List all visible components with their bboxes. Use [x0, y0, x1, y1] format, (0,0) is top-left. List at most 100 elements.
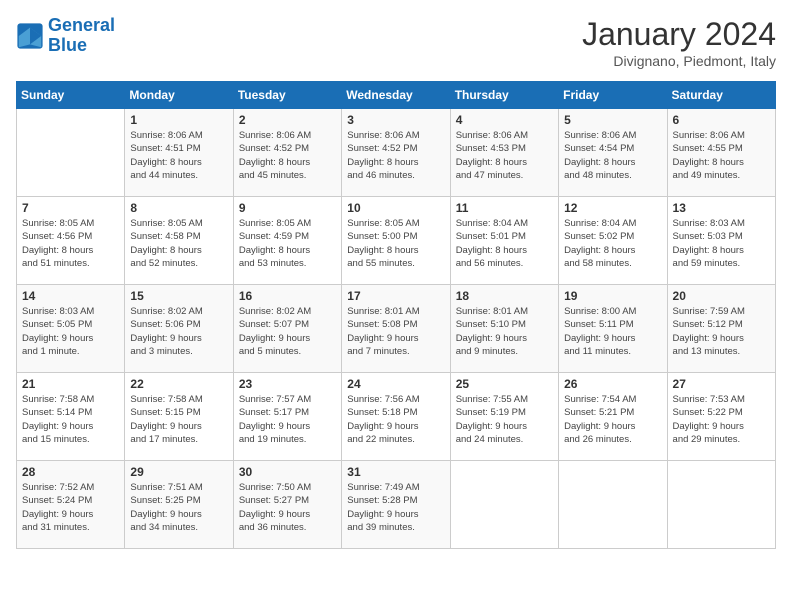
weekday-header: Friday	[559, 82, 667, 109]
day-info: Sunrise: 8:04 AMSunset: 5:02 PMDaylight:…	[564, 217, 661, 270]
day-info: Sunrise: 8:06 AMSunset: 4:52 PMDaylight:…	[347, 129, 444, 182]
logo-general: General	[48, 15, 115, 35]
day-number: 21	[22, 377, 119, 391]
calendar-cell: 31 Sunrise: 7:49 AMSunset: 5:28 PMDayligh…	[342, 461, 450, 549]
calendar-cell: 19Sunrise: 8:00 AMSunset: 5:11 PMDayligh…	[559, 285, 667, 373]
day-info: Sunrise: 8:05 AMSunset: 4:58 PMDaylight:…	[130, 217, 227, 270]
day-number: 20	[673, 289, 770, 303]
day-number: 1	[130, 113, 227, 127]
weekday-header: Saturday	[667, 82, 775, 109]
day-number: 13	[673, 201, 770, 215]
day-number: 30	[239, 465, 336, 479]
day-number: 9	[239, 201, 336, 215]
day-info: Sunrise: 8:06 AMSunset: 4:55 PMDaylight:…	[673, 129, 770, 182]
day-info: Sunrise: 7:50 AMSunset: 5:27 PMDaylight:…	[239, 481, 336, 534]
day-info: Sunrise: 8:06 AMSunset: 4:53 PMDaylight:…	[456, 129, 553, 182]
day-info: Sunrise: 8:03 AMSunset: 5:03 PMDaylight:…	[673, 217, 770, 270]
day-number: 5	[564, 113, 661, 127]
day-number: 6	[673, 113, 770, 127]
logo-blue: Blue	[48, 35, 87, 55]
day-number: 14	[22, 289, 119, 303]
day-info: Sunrise: 8:02 AMSunset: 5:07 PMDaylight:…	[239, 305, 336, 358]
day-info: Sunrise: 8:05 AMSunset: 4:56 PMDaylight:…	[22, 217, 119, 270]
weekday-header: Tuesday	[233, 82, 341, 109]
day-number: 28	[22, 465, 119, 479]
calendar-week-row: 1Sunrise: 8:06 AMSunset: 4:51 PMDaylight…	[17, 109, 776, 197]
calendar-cell: 23Sunrise: 7:57 AMSunset: 5:17 PMDayligh…	[233, 373, 341, 461]
weekday-header-row: SundayMondayTuesdayWednesdayThursdayFrid…	[17, 82, 776, 109]
day-info: Sunrise: 8:01 AMSunset: 5:10 PMDaylight:…	[456, 305, 553, 358]
month-title: January 2024	[582, 16, 776, 53]
day-info: Sunrise: 8:06 AMSunset: 4:52 PMDaylight:…	[239, 129, 336, 182]
day-number: 11	[456, 201, 553, 215]
day-number: 8	[130, 201, 227, 215]
day-number: 25	[456, 377, 553, 391]
title-block: January 2024 Divignano, Piedmont, Italy	[582, 16, 776, 69]
day-info: Sunrise: 7:58 AMSunset: 5:14 PMDaylight:…	[22, 393, 119, 446]
calendar-week-row: 21 Sunrise: 7:58 AMSunset: 5:14 PMDayligh…	[17, 373, 776, 461]
day-info: Sunrise: 8:05 AMSunset: 4:59 PMDaylight:…	[239, 217, 336, 270]
day-info: Sunrise: 7:53 AMSunset: 5:22 PMDaylight:…	[673, 393, 770, 446]
calendar-week-row: 28Sunrise: 7:52 AMSunset: 5:24 PMDayligh…	[17, 461, 776, 549]
calendar-cell: 5 Sunrise: 8:06 AMSunset: 4:54 PMDaylight…	[559, 109, 667, 197]
calendar-cell: 30 Sunrise: 7:50 AMSunset: 5:27 PMDayligh…	[233, 461, 341, 549]
calendar-cell	[17, 109, 125, 197]
calendar-cell: 15 Sunrise: 8:02 AMSunset: 5:06 PMDayligh…	[125, 285, 233, 373]
weekday-header: Thursday	[450, 82, 558, 109]
day-info: Sunrise: 7:55 AMSunset: 5:19 PMDaylight:…	[456, 393, 553, 446]
calendar-cell: 4 Sunrise: 8:06 AMSunset: 4:53 PMDaylight…	[450, 109, 558, 197]
calendar-cell: 8 Sunrise: 8:05 AMSunset: 4:58 PMDaylight…	[125, 197, 233, 285]
weekday-header: Wednesday	[342, 82, 450, 109]
day-number: 29	[130, 465, 227, 479]
calendar-cell: 26 Sunrise: 7:54 AMSunset: 5:21 PMDayligh…	[559, 373, 667, 461]
day-info: Sunrise: 7:51 AMSunset: 5:25 PMDaylight:…	[130, 481, 227, 534]
day-number: 24	[347, 377, 444, 391]
day-info: Sunrise: 7:59 AMSunset: 5:12 PMDaylight:…	[673, 305, 770, 358]
calendar-cell: 1Sunrise: 8:06 AMSunset: 4:51 PMDaylight…	[125, 109, 233, 197]
day-info: Sunrise: 8:03 AMSunset: 5:05 PMDaylight:…	[22, 305, 119, 358]
day-number: 18	[456, 289, 553, 303]
weekday-header: Sunday	[17, 82, 125, 109]
day-number: 4	[456, 113, 553, 127]
calendar-cell	[450, 461, 558, 549]
day-number: 22	[130, 377, 227, 391]
calendar-cell	[559, 461, 667, 549]
calendar-cell: 9 Sunrise: 8:05 AMSunset: 4:59 PMDaylight…	[233, 197, 341, 285]
calendar-cell: 14 Sunrise: 8:03 AMSunset: 5:05 PMDayligh…	[17, 285, 125, 373]
day-number: 26	[564, 377, 661, 391]
day-number: 16	[239, 289, 336, 303]
calendar-cell: 12Sunrise: 8:04 AMSunset: 5:02 PMDayligh…	[559, 197, 667, 285]
calendar-cell: 7 Sunrise: 8:05 AMSunset: 4:56 PMDaylight…	[17, 197, 125, 285]
calendar-cell: 24Sunrise: 7:56 AMSunset: 5:18 PMDayligh…	[342, 373, 450, 461]
day-info: Sunrise: 8:00 AMSunset: 5:11 PMDaylight:…	[564, 305, 661, 358]
calendar-table: SundayMondayTuesdayWednesdayThursdayFrid…	[16, 81, 776, 549]
calendar-cell: 27 Sunrise: 7:53 AMSunset: 5:22 PMDayligh…	[667, 373, 775, 461]
calendar-cell: 29 Sunrise: 7:51 AMSunset: 5:25 PMDayligh…	[125, 461, 233, 549]
calendar-week-row: 7 Sunrise: 8:05 AMSunset: 4:56 PMDaylight…	[17, 197, 776, 285]
logo-icon	[16, 22, 44, 50]
calendar-cell	[667, 461, 775, 549]
calendar-cell: 3 Sunrise: 8:06 AMSunset: 4:52 PMDaylight…	[342, 109, 450, 197]
calendar-cell: 28Sunrise: 7:52 AMSunset: 5:24 PMDayligh…	[17, 461, 125, 549]
weekday-header: Monday	[125, 82, 233, 109]
day-number: 17	[347, 289, 444, 303]
page-header: General Blue January 2024 Divignano, Pie…	[16, 16, 776, 69]
day-number: 3	[347, 113, 444, 127]
day-number: 23	[239, 377, 336, 391]
day-info: Sunrise: 7:49 AMSunset: 5:28 PMDaylight:…	[347, 481, 444, 534]
day-info: Sunrise: 8:02 AMSunset: 5:06 PMDaylight:…	[130, 305, 227, 358]
day-number: 7	[22, 201, 119, 215]
day-number: 27	[673, 377, 770, 391]
day-number: 2	[239, 113, 336, 127]
calendar-cell: 25 Sunrise: 7:55 AMSunset: 5:19 PMDayligh…	[450, 373, 558, 461]
day-info: Sunrise: 8:05 AMSunset: 5:00 PMDaylight:…	[347, 217, 444, 270]
day-info: Sunrise: 7:58 AMSunset: 5:15 PMDaylight:…	[130, 393, 227, 446]
calendar-cell: 11 Sunrise: 8:04 AMSunset: 5:01 PMDayligh…	[450, 197, 558, 285]
day-info: Sunrise: 7:54 AMSunset: 5:21 PMDaylight:…	[564, 393, 661, 446]
calendar-cell: 17Sunrise: 8:01 AMSunset: 5:08 PMDayligh…	[342, 285, 450, 373]
day-number: 15	[130, 289, 227, 303]
day-info: Sunrise: 8:04 AMSunset: 5:01 PMDaylight:…	[456, 217, 553, 270]
location: Divignano, Piedmont, Italy	[582, 53, 776, 69]
day-number: 31	[347, 465, 444, 479]
day-info: Sunrise: 8:06 AMSunset: 4:54 PMDaylight:…	[564, 129, 661, 182]
